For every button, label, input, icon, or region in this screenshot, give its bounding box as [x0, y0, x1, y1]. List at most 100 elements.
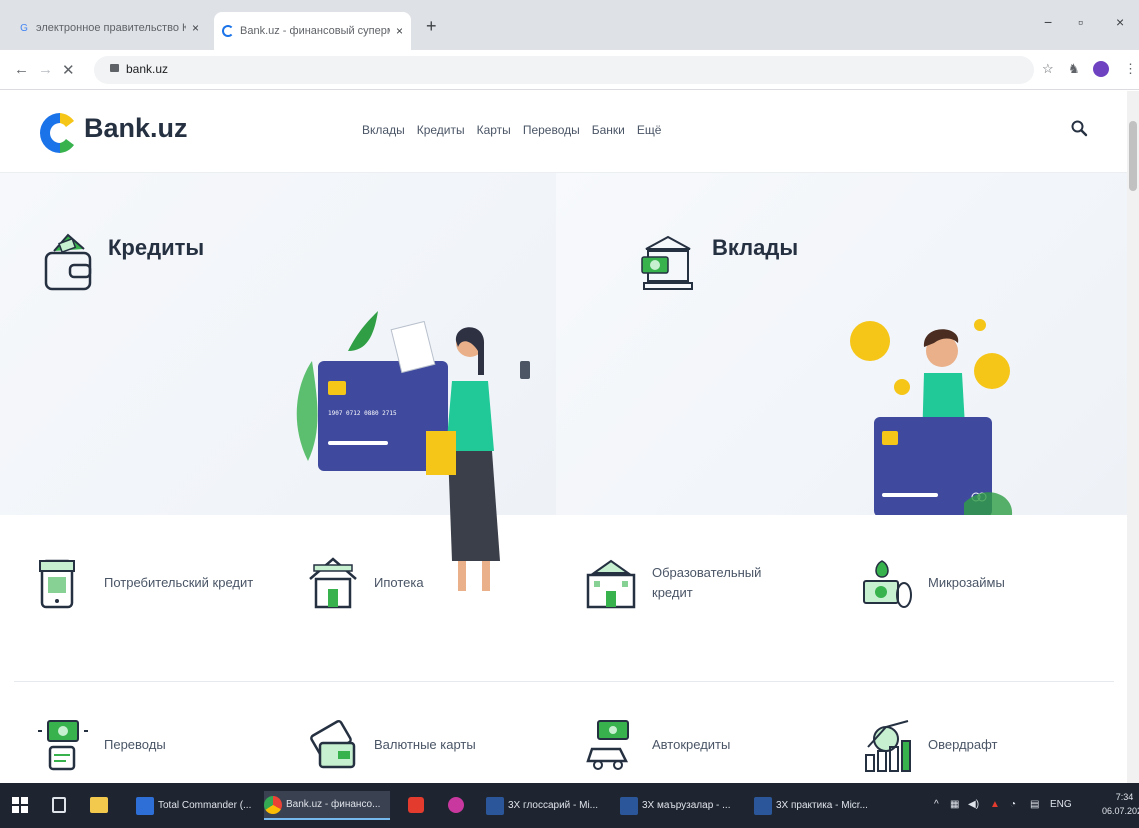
word-icon [486, 796, 504, 815]
taskbar-label: Total Commander (... [158, 800, 252, 811]
tab-title: Bank.uz - финансовый суперм [240, 25, 390, 37]
tab-title: электронное правительство Ю [36, 22, 186, 34]
bookmark-star-icon[interactable]: ☆ [1042, 61, 1054, 77]
windows-taskbar: Total Commander (... Bank.uz - финансо..… [0, 783, 1139, 828]
money-bags-icon [863, 560, 912, 608]
clock-date: 06.07.2020 [1102, 806, 1139, 816]
category-label: Переводы [104, 737, 166, 752]
nav-deposits[interactable]: Вклады [362, 123, 405, 137]
new-tab-button[interactable]: + [426, 16, 437, 37]
hero-credits-title: Кредиты [108, 235, 205, 260]
back-icon[interactable]: ← [14, 61, 29, 78]
category-mortgage[interactable]: Ипотека [306, 555, 524, 611]
url-text: bank.uz [126, 62, 169, 76]
browser-tab-bar: G электронное правительство Ю × Bank.uz … [0, 0, 1139, 50]
taskbar-label: 3X глоссарий - Mi... [508, 800, 599, 811]
taskbar-word-glossary[interactable]: 3X глоссарий - Mi... [486, 791, 606, 820]
category-auto-loans[interactable]: Автокредиты [584, 717, 802, 773]
taskbar-chrome-bank-uz[interactable]: Bank.uz - финансо... [264, 791, 390, 820]
yandex-icon[interactable] [408, 797, 424, 813]
category-label: Валютные карты [374, 737, 476, 752]
maximize-button[interactable]: ▫ [1078, 14, 1083, 30]
warning-icon[interactable]: ▲ [990, 799, 1000, 810]
nav-more[interactable]: Ещё [637, 123, 662, 137]
forward-icon[interactable]: → [38, 61, 53, 78]
nav-credits[interactable]: Кредиты [417, 123, 465, 137]
taskbar-label: 3X практика - Micr... [776, 800, 868, 811]
overdraft-icon [865, 720, 911, 772]
loading-icon [222, 25, 234, 37]
system-clock[interactable]: 7:34 06.07.2020 [1102, 790, 1139, 818]
file-explorer-icon[interactable] [90, 797, 108, 813]
scrollbar-thumb[interactable] [1129, 121, 1137, 191]
total-commander-icon [136, 796, 154, 815]
category-overdraft[interactable]: Овердрафт [860, 717, 1078, 773]
word-icon [754, 796, 772, 815]
logo-text[interactable]: Bank.uz [84, 113, 188, 144]
lock-icon [110, 64, 119, 72]
word-icon [620, 796, 638, 815]
main-nav: Вклады Кредиты Карты Переводы Банки Ещё [362, 123, 661, 137]
university-icon [586, 559, 636, 609]
show-hidden-icons[interactable]: ^ [934, 799, 939, 810]
tray-app-icon[interactable]: ◔ [1010, 799, 1016, 810]
taskbar-label: 3X маърузалар - ... [642, 800, 731, 811]
taskbar-word-lectures[interactable]: 3X маърузалар - ... [620, 791, 740, 820]
category-label: Микрозаймы [928, 575, 1005, 590]
search-icon[interactable] [1070, 119, 1088, 137]
browser-menu-icon[interactable]: ⋮ [1124, 61, 1137, 77]
page-scrollbar[interactable] [1127, 91, 1139, 783]
category-currency-cards[interactable]: Валютные карты [306, 717, 524, 773]
web-page: Bank.uz Вклады Кредиты Карты Переводы Ба… [0, 91, 1139, 783]
close-tab-icon[interactable]: × [396, 24, 403, 38]
category-label: Автокредиты [652, 737, 731, 752]
notification-icon[interactable]: ▤ [1030, 799, 1039, 810]
section-divider [14, 681, 1114, 682]
hero-deposits[interactable]: Вклады [556, 173, 1127, 515]
category-education-credit[interactable]: Образовательный кредит [584, 555, 802, 611]
keyboard-language[interactable]: ENG [1050, 799, 1072, 810]
category-consumer-credit[interactable]: Потребительский кредит [36, 555, 254, 611]
nav-banks[interactable]: Банки [592, 123, 625, 137]
clock-time: 7:34 [1115, 792, 1134, 802]
taskbar-total-commander[interactable]: Total Commander (... [136, 791, 256, 820]
category-label: Образовательный кредит [652, 565, 762, 600]
taskbar-label: Bank.uz - финансо... [286, 799, 381, 810]
category-transfers[interactable]: Переводы [36, 717, 254, 773]
browser-tab-1[interactable]: G электронное правительство Ю × [10, 14, 207, 42]
network-icon[interactable]: ▦ [950, 799, 959, 810]
volume-icon[interactable]: ◀) [968, 799, 979, 810]
money-transfer-icon [38, 720, 88, 771]
extension-icon[interactable]: ♞ [1068, 61, 1080, 77]
currency-card-icon [310, 719, 356, 769]
browser-tab-2[interactable]: Bank.uz - финансовый суперм × [214, 12, 412, 50]
category-label: Потребительский кредит [104, 575, 254, 590]
bank-uz-logo-icon[interactable] [38, 111, 74, 155]
browser-toolbar: ← → ✕ bank.uz ☆ ♞ ⋮ [0, 50, 1139, 90]
wallet-icon [44, 233, 92, 291]
category-label: Овердрафт [928, 737, 998, 752]
category-label: Ипотека [374, 575, 424, 590]
taskbar-word-practice[interactable]: 3X практика - Micr... [754, 791, 880, 820]
profile-avatar[interactable] [1093, 61, 1109, 77]
chrome-icon [264, 795, 282, 814]
hero-deposits-title: Вклады [712, 235, 799, 260]
stop-loading-icon[interactable]: ✕ [62, 61, 75, 79]
house-icon [309, 557, 357, 609]
bank-building-icon [641, 235, 693, 290]
app-icon[interactable] [448, 797, 464, 813]
close-tab-icon[interactable]: × [192, 21, 199, 35]
category-microloans[interactable]: Микрозаймы [860, 555, 1078, 611]
google-icon: G [20, 22, 28, 34]
nav-cards[interactable]: Карты [477, 123, 511, 137]
address-bar[interactable]: bank.uz [94, 56, 1034, 84]
close-window-button[interactable]: × [1116, 14, 1124, 30]
minimize-button[interactable]: − [1044, 14, 1052, 30]
task-view-icon[interactable] [52, 797, 66, 813]
windows-start-icon[interactable] [12, 797, 28, 813]
card-number: 1907 0712 0880 2715 [328, 410, 397, 417]
hero-credits[interactable]: Кредиты 1907 0712 0880 2715 [0, 173, 556, 591]
man-with-card-illustration [850, 319, 1013, 515]
shop-phone-icon [39, 559, 75, 609]
nav-transfers[interactable]: Переводы [523, 123, 580, 137]
